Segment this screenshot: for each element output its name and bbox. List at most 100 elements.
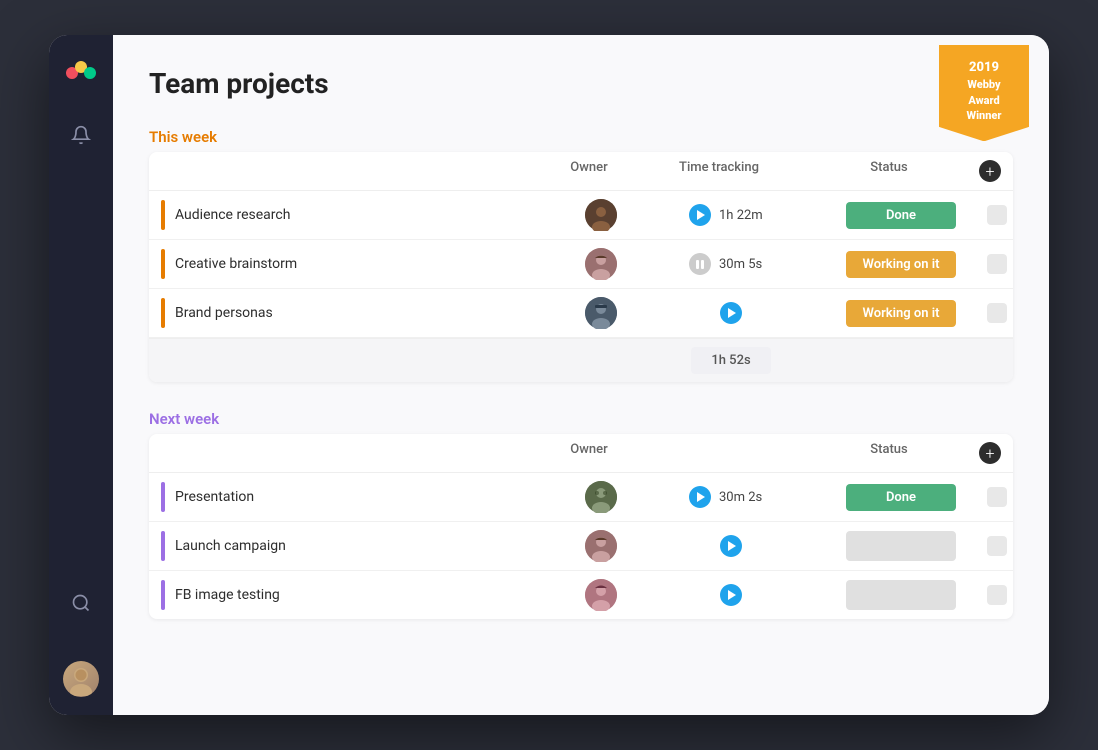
status-cell[interactable]: Working on it <box>821 292 981 335</box>
add-col-header[interactable]: + <box>969 442 1001 464</box>
row-extra <box>987 205 1007 225</box>
task-name: Launch campaign <box>175 538 286 554</box>
owner-avatar <box>585 248 617 280</box>
time-col-header: Time tracking <box>629 160 809 182</box>
owner-avatar <box>585 579 617 611</box>
webby-badge: 2019 WebbyAwardWinner <box>939 45 1029 141</box>
extra-cell <box>981 254 1013 274</box>
time-cell[interactable]: 30m 2s <box>641 478 821 516</box>
total-time-value: 1h 52s <box>691 347 771 374</box>
table-row: Brand personas <box>149 289 1013 338</box>
add-col-header[interactable]: + <box>969 160 1001 182</box>
next-week-header: Next week <box>149 410 1013 428</box>
accent-bar <box>161 200 165 230</box>
owner-cell <box>561 240 641 288</box>
play-button[interactable] <box>689 486 711 508</box>
status-badge[interactable]: Working on it <box>846 300 956 327</box>
status-cell[interactable]: Done <box>821 476 981 519</box>
total-empty-3 <box>821 339 981 382</box>
this-week-section: This week Owner Time tracking Status + <box>149 128 1013 382</box>
status-empty[interactable] <box>846 580 956 610</box>
search-icon[interactable] <box>63 585 99 621</box>
time-cell[interactable] <box>641 527 821 565</box>
owner-avatar <box>585 481 617 513</box>
task-name: FB image testing <box>175 587 280 603</box>
user-avatar[interactable] <box>63 661 99 697</box>
task-name-cell[interactable]: Creative brainstorm <box>149 241 561 287</box>
time-cell[interactable]: 1h 22m <box>641 196 821 234</box>
task-col-header <box>161 160 549 182</box>
owner-col-header: Owner <box>549 160 629 182</box>
play-icon <box>697 492 705 502</box>
extra-cell <box>981 536 1013 556</box>
task-name-cell[interactable]: Presentation <box>149 474 561 520</box>
total-empty-2 <box>561 339 641 382</box>
table-row: Launch campaign <box>149 522 1013 571</box>
play-icon <box>697 210 705 220</box>
time-value: 1h 22m <box>719 208 773 223</box>
time-cell[interactable] <box>641 294 821 332</box>
total-empty-4 <box>981 339 1013 382</box>
table-row: Creative brainstorm <box>149 240 1013 289</box>
play-icon <box>728 541 736 551</box>
extra-cell <box>981 487 1013 507</box>
play-button[interactable] <box>720 535 742 557</box>
pause-button[interactable] <box>689 253 711 275</box>
accent-bar <box>161 482 165 512</box>
status-badge[interactable]: Working on it <box>846 251 956 278</box>
add-column-button[interactable]: + <box>979 442 1001 464</box>
task-name: Audience research <box>175 207 290 223</box>
total-empty-1 <box>149 339 561 382</box>
row-extra <box>987 254 1007 274</box>
task-name: Creative brainstorm <box>175 256 297 272</box>
add-column-button[interactable]: + <box>979 160 1001 182</box>
time-value: 30m 2s <box>719 490 773 505</box>
status-cell[interactable]: Done <box>821 194 981 237</box>
bell-icon[interactable] <box>63 117 99 153</box>
page-title: Team projects <box>149 67 1013 100</box>
pause-icon <box>696 260 704 269</box>
status-badge[interactable]: Done <box>846 202 956 229</box>
status-cell[interactable]: Working on it <box>821 243 981 286</box>
status-cell[interactable] <box>821 523 981 569</box>
status-empty[interactable] <box>846 531 956 561</box>
webby-year: 2019 <box>955 59 1013 77</box>
next-week-title: Next week <box>149 410 219 428</box>
status-badge[interactable]: Done <box>846 484 956 511</box>
row-extra <box>987 585 1007 605</box>
this-week-title: This week <box>149 128 217 146</box>
task-col-header <box>161 442 549 464</box>
owner-col-header: Owner <box>549 442 629 464</box>
owner-avatar <box>585 199 617 231</box>
task-name-cell[interactable]: FB image testing <box>149 572 561 618</box>
status-cell[interactable] <box>821 572 981 618</box>
time-cell[interactable] <box>641 576 821 614</box>
play-icon <box>728 590 736 600</box>
sidebar <box>49 35 113 715</box>
table-row: FB image testing <box>149 571 1013 619</box>
pause-bar <box>701 260 704 269</box>
next-week-table: Owner Status + Presentation <box>149 434 1013 619</box>
accent-bar <box>161 580 165 610</box>
task-name-cell[interactable]: Audience research <box>149 192 561 238</box>
task-name-cell[interactable]: Launch campaign <box>149 523 561 569</box>
owner-cell <box>561 522 641 570</box>
time-cell[interactable]: 30m 5s <box>641 245 821 283</box>
task-name-cell[interactable]: Brand personas <box>149 290 561 336</box>
time-col-spacer <box>629 442 809 464</box>
play-button[interactable] <box>720 584 742 606</box>
table-row: Audience research <box>149 191 1013 240</box>
extra-cell <box>981 585 1013 605</box>
next-week-section: Next week Owner Status + Pr <box>149 410 1013 619</box>
time-total-row: 1h 52s <box>149 338 1013 382</box>
this-week-table-header: Owner Time tracking Status + <box>149 152 1013 191</box>
this-week-header: This week <box>149 128 1013 146</box>
row-extra <box>987 303 1007 323</box>
row-extra <box>987 487 1007 507</box>
status-col-header: Status <box>809 160 969 182</box>
play-button[interactable] <box>720 302 742 324</box>
next-week-table-header: Owner Status + <box>149 434 1013 473</box>
app-logo[interactable] <box>64 53 98 91</box>
play-button[interactable] <box>689 204 711 226</box>
main-content: 2019 WebbyAwardWinner Team projects This… <box>113 35 1049 715</box>
